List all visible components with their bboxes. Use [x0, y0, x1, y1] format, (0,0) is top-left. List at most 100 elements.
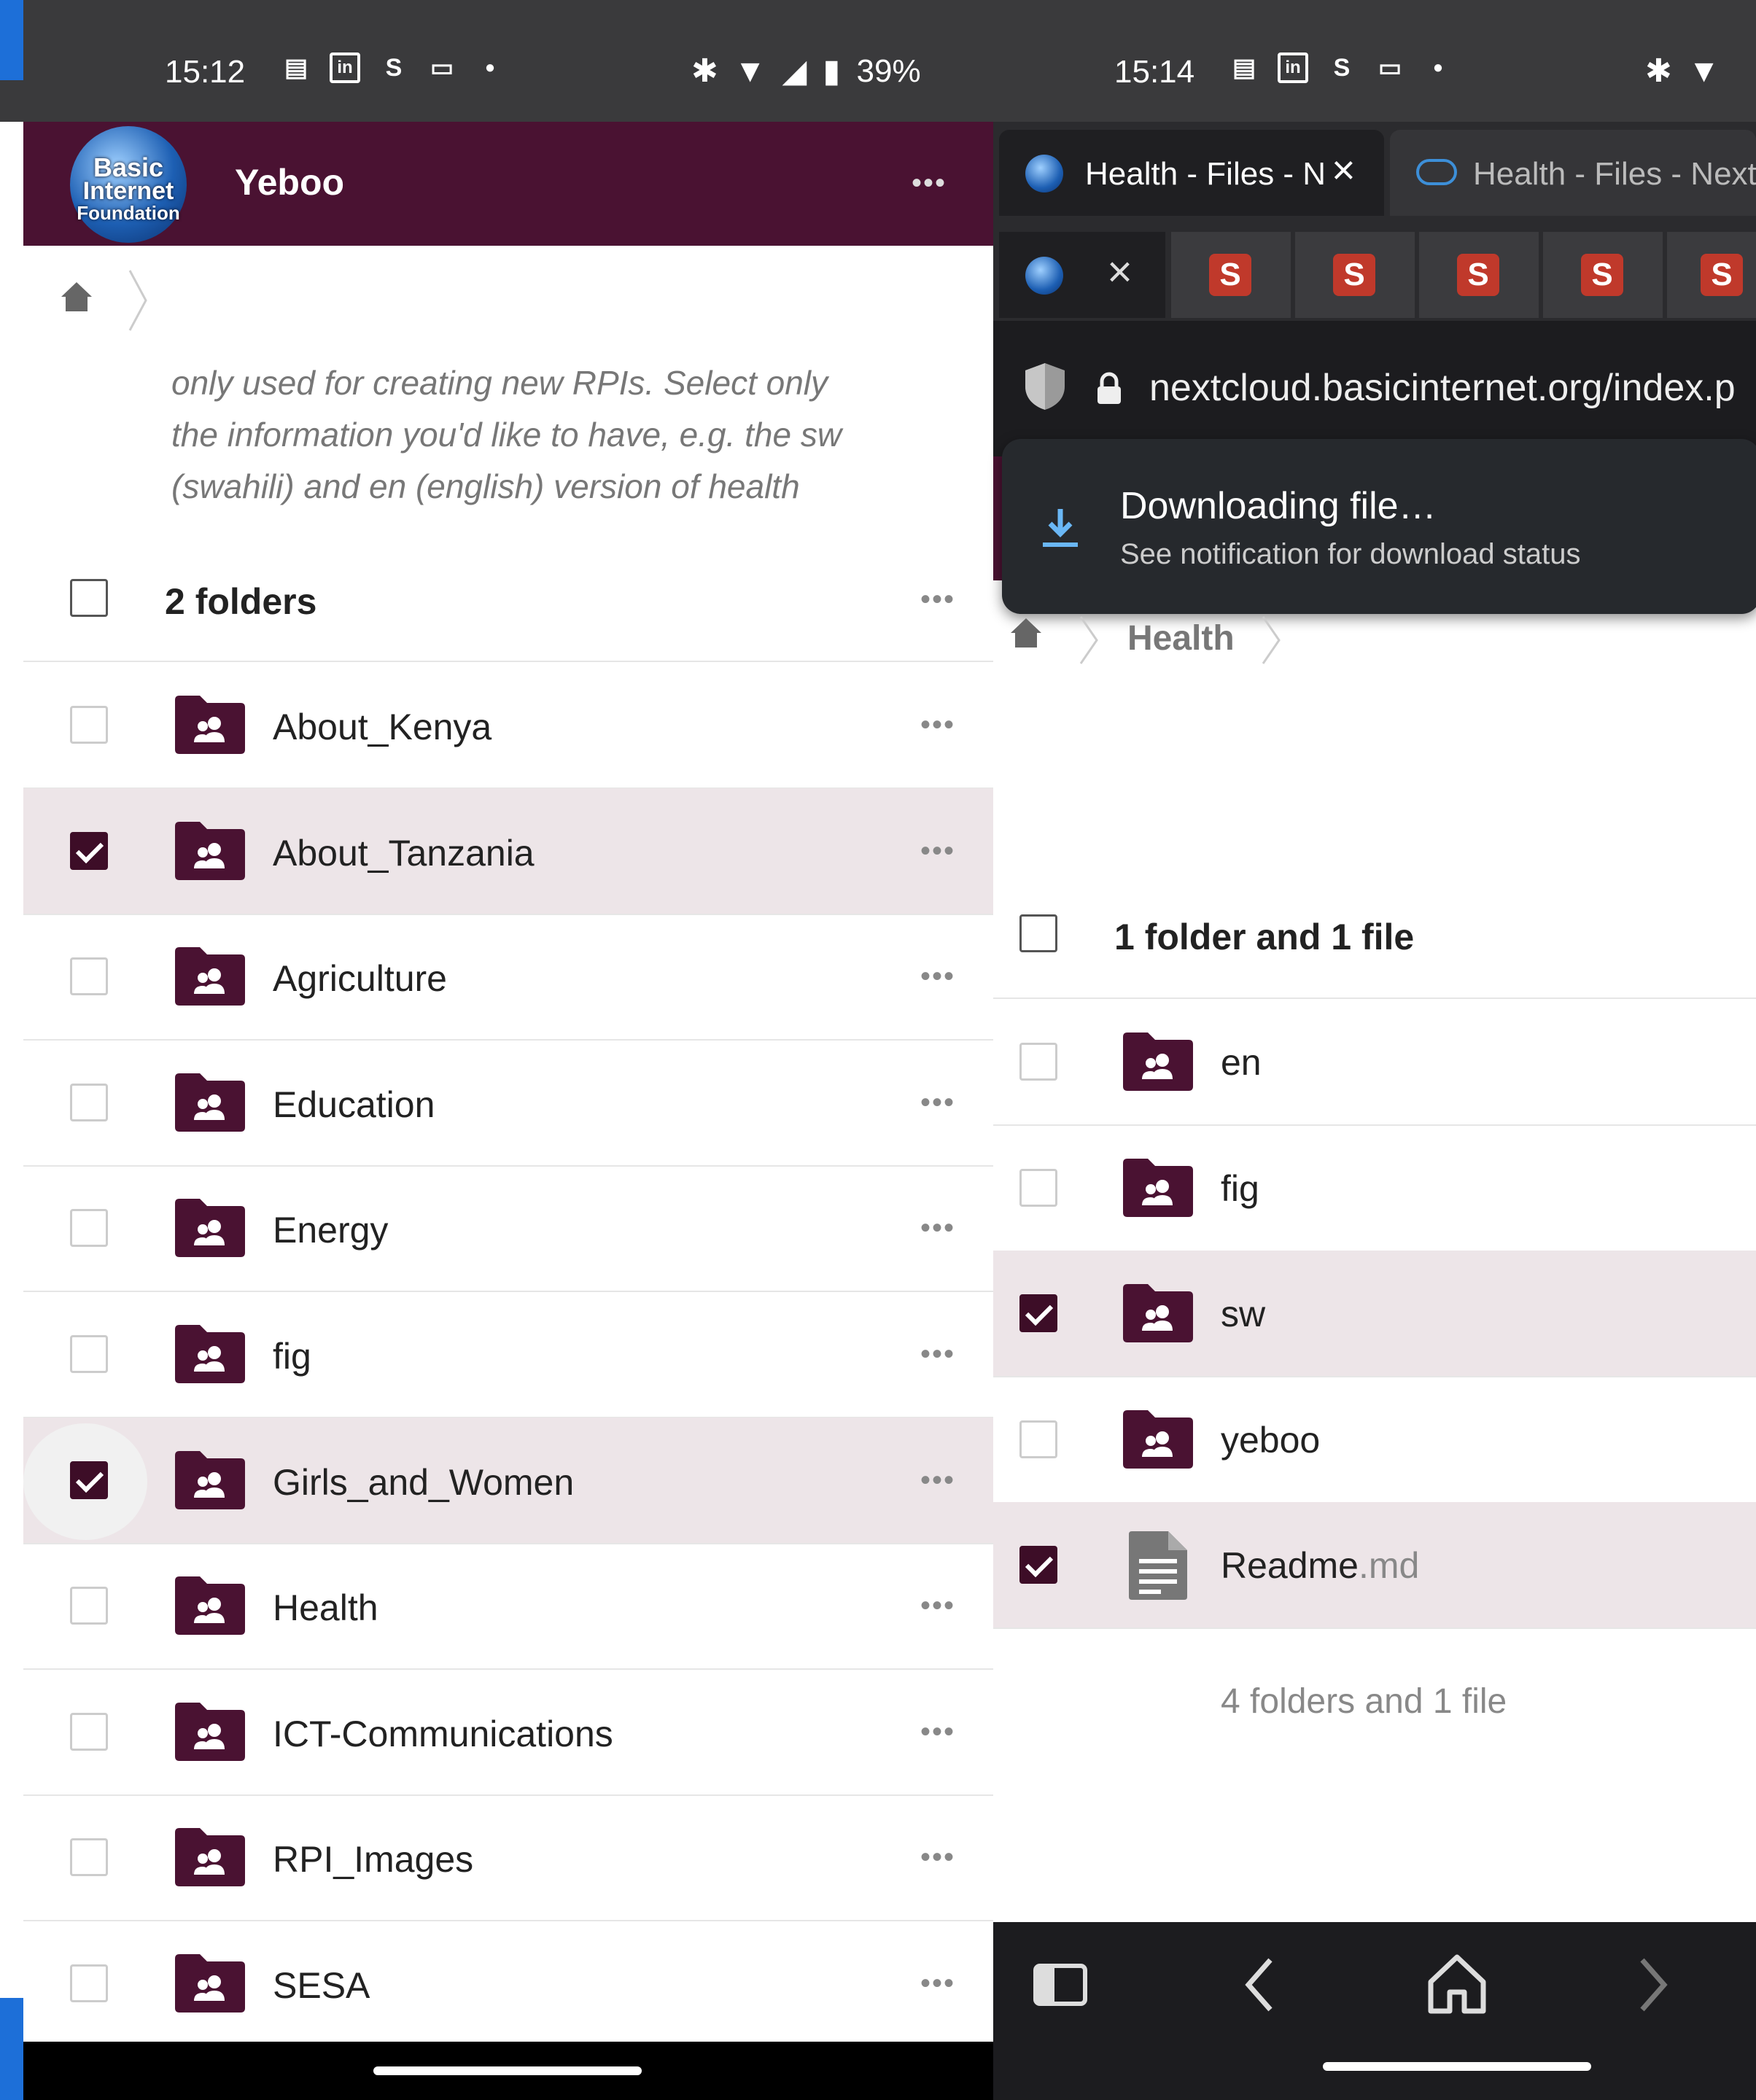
tab-group-item-active[interactable]: × — [999, 232, 1165, 318]
home-handle[interactable] — [373, 2066, 642, 2075]
shared-folder-icon — [1123, 1158, 1193, 1217]
row-actions-button[interactable]: ••• — [920, 1716, 955, 1749]
row-checkbox[interactable] — [70, 706, 108, 744]
file-name: About_Kenya — [273, 707, 492, 747]
file-row[interactable]: Education ••• — [23, 1040, 993, 1167]
chevron-right-icon — [128, 270, 147, 331]
file-name: en — [1221, 1042, 1262, 1083]
select-all-checkbox[interactable] — [70, 579, 108, 617]
wifi-icon: ▼ — [1687, 52, 1720, 89]
app-s-icon: S — [1333, 53, 1351, 82]
tab-group-item[interactable]: S — [1667, 232, 1756, 318]
file-row[interactable]: sw — [993, 1251, 1756, 1377]
shield-icon[interactable] — [1024, 362, 1066, 411]
basic-internet-logo[interactable]: Basic Internet Foundation — [70, 126, 187, 243]
row-actions-button[interactable]: ••• — [920, 1590, 955, 1622]
file-row[interactable]: Girls_and_Women ••• — [23, 1417, 993, 1544]
battery-percent: 39% — [856, 52, 921, 89]
file-row[interactable]: About_Kenya ••• — [23, 662, 993, 789]
row-actions-button[interactable]: ••• — [920, 709, 955, 742]
row-checkbox[interactable] — [1019, 1420, 1057, 1458]
laptop-icon: ▭ — [430, 54, 454, 82]
home-icon[interactable] — [60, 281, 93, 313]
tab-group-item[interactable]: S — [1295, 232, 1415, 318]
left-edge-strip-bottom — [0, 1998, 23, 2100]
row-checkbox[interactable] — [70, 1209, 108, 1248]
linkedin-icon: in — [330, 52, 360, 83]
row-actions-button[interactable]: ••• — [920, 1212, 955, 1245]
breadcrumb-health[interactable]: Health — [1127, 618, 1235, 658]
shared-folder-icon — [175, 1576, 245, 1636]
app-menu-button[interactable]: ••• — [912, 167, 947, 200]
left-gesture-bar — [0, 2042, 993, 2100]
row-checkbox[interactable] — [1019, 1043, 1057, 1081]
row-actions-button[interactable]: ••• — [920, 1841, 955, 1874]
file-row[interactable]: Energy ••• — [23, 1165, 993, 1293]
file-row[interactable]: About_Tanzania ••• — [23, 788, 993, 915]
select-all-checkbox[interactable] — [1019, 914, 1057, 952]
home-icon[interactable] — [1426, 1953, 1488, 2015]
row-checkbox[interactable] — [70, 1712, 108, 1751]
close-tab-icon[interactable]: × — [1107, 246, 1133, 297]
home-icon[interactable] — [1009, 617, 1043, 649]
toast-subtitle: See notification for download status — [1120, 538, 1581, 570]
row-actions-button[interactable]: ••• — [920, 835, 955, 868]
file-name: Education — [273, 1084, 435, 1125]
row-checkbox[interactable] — [70, 1461, 108, 1499]
shared-folder-icon — [175, 1325, 245, 1383]
file-row[interactable]: en — [993, 999, 1756, 1126]
file-name: RPI_Images — [273, 1839, 474, 1881]
document-icon — [1129, 1531, 1187, 1600]
news-icon: ▤ — [284, 54, 308, 82]
row-actions-button[interactable]: ••• — [920, 1967, 955, 2000]
file-row[interactable]: Readme.md — [993, 1502, 1756, 1629]
file-row[interactable]: Agriculture ••• — [23, 914, 993, 1041]
dot-icon: ● — [484, 58, 496, 77]
forward-icon[interactable] — [1635, 1956, 1671, 2014]
download-icon — [1043, 509, 1078, 547]
shared-folder-icon — [1123, 1409, 1193, 1469]
file-row[interactable]: fig ••• — [23, 1291, 993, 1418]
row-actions-button[interactable]: ••• — [920, 1338, 955, 1371]
file-name: yeboo — [1221, 1419, 1321, 1461]
row-checkbox[interactable] — [70, 1838, 108, 1877]
tab-group-item[interactable]: S — [1419, 232, 1539, 318]
close-tab-icon[interactable]: × — [1332, 146, 1356, 193]
file-row[interactable]: ICT-Communications ••• — [23, 1669, 993, 1796]
tab-group-item[interactable]: S — [1543, 232, 1663, 318]
tab-health-files-2[interactable]: Health - Files - Next — [1390, 130, 1756, 216]
row-actions-button[interactable]: ••• — [920, 960, 955, 993]
file-row[interactable]: Health ••• — [23, 1543, 993, 1671]
breadcrumb — [23, 246, 993, 355]
row-checkbox[interactable] — [1019, 1294, 1057, 1332]
row-actions-button[interactable]: ••• — [920, 1086, 955, 1119]
file-name: Energy — [273, 1210, 389, 1251]
shared-folder-icon — [1123, 1032, 1193, 1091]
file-row[interactable]: RPI_Images ••• — [23, 1794, 993, 1922]
file-row[interactable]: fig — [993, 1125, 1756, 1252]
shared-folder-icon — [175, 1828, 245, 1887]
tab-health-files-active[interactable]: Health - Files - Ne × — [999, 130, 1384, 216]
row-checkbox[interactable] — [70, 1083, 108, 1121]
row-checkbox[interactable] — [70, 1335, 108, 1373]
file-row[interactable]: yeboo — [993, 1377, 1756, 1504]
status-system-icons: ✱ ▼ ◢ ▮ 39% — [691, 52, 921, 90]
tab-group-item[interactable]: S — [1171, 232, 1291, 318]
sidebar-toggle-icon[interactable] — [1033, 1963, 1088, 2007]
row-checkbox[interactable] — [70, 831, 108, 870]
home-handle[interactable] — [1323, 2062, 1591, 2071]
s-app-icon: S — [1333, 254, 1375, 296]
row-checkbox[interactable] — [1019, 1546, 1057, 1584]
row-checkbox[interactable] — [70, 1964, 108, 2002]
row-checkbox[interactable] — [70, 1587, 108, 1625]
app-header: Basic Internet Foundation Yeboo ••• — [23, 122, 993, 246]
status-time-right: 15:14 — [1114, 54, 1195, 90]
status-notification-icons: ▤ in S ▭ ● — [281, 52, 505, 83]
row-checkbox[interactable] — [70, 957, 108, 996]
bulk-actions-button[interactable]: ••• — [920, 583, 955, 616]
file-row[interactable]: SESA ••• — [23, 1921, 993, 2046]
row-checkbox[interactable] — [1019, 1168, 1057, 1207]
back-icon[interactable] — [1241, 1956, 1278, 2014]
news-icon: ▤ — [1232, 54, 1256, 82]
row-actions-button[interactable]: ••• — [920, 1464, 955, 1497]
